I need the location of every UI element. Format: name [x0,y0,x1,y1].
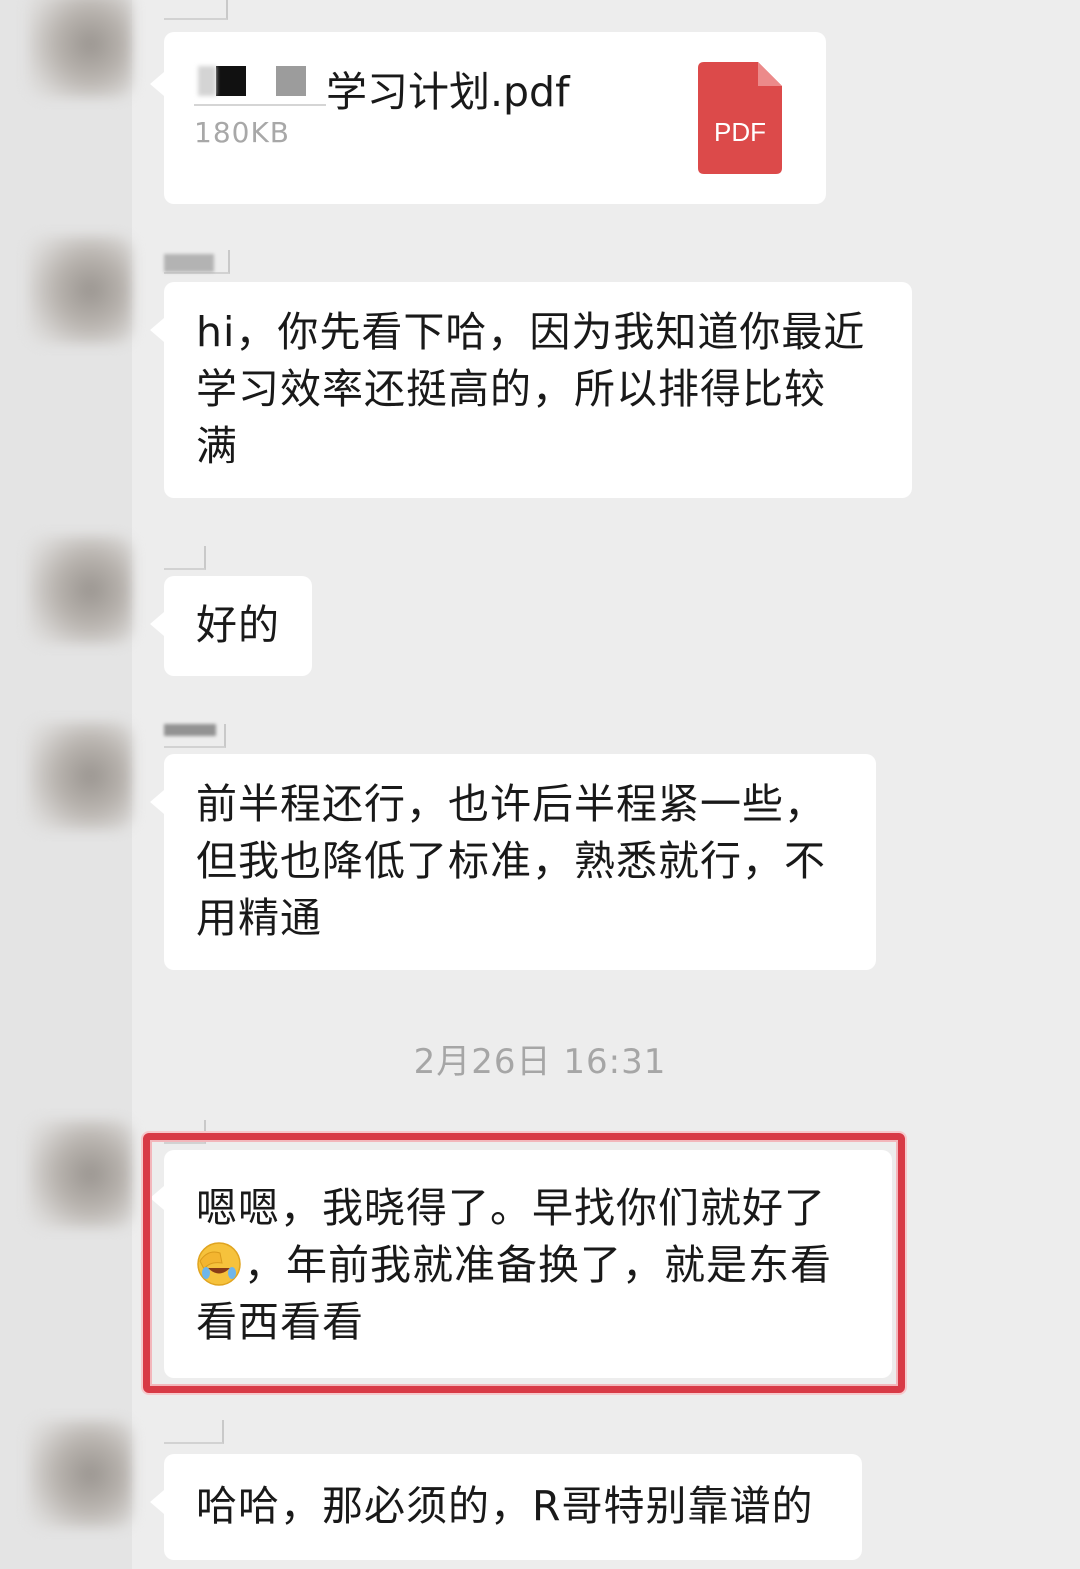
avatar-column [0,0,132,1569]
avatar[interactable] [28,536,132,644]
file-size: 180KB [194,116,291,149]
file-name-underline [194,104,326,106]
sender-name-redacted [164,250,230,274]
pdf-file-icon: PDF [698,62,782,174]
avatar[interactable] [28,0,132,98]
avatar[interactable] [28,1120,132,1228]
message-text-line: 用精通 [196,894,322,942]
message-text-line: 满 [196,422,238,470]
file-name: 学习计划.pdf [326,68,570,116]
avatar[interactable] [28,722,132,830]
message-text-line: 但我也降低了标准，熟悉就行，不 [196,837,826,885]
highlight-frame [143,1133,905,1393]
message-bubble[interactable]: 前半程还行，也许后半程紧一些， 但我也降低了标准，熟悉就行，不 用精通 [150,754,876,970]
avatar[interactable] [28,1420,132,1528]
message-text-line: 好的 [196,601,280,649]
pdf-icon-label: PDF [714,117,766,147]
message-bubble[interactable]: 好的 [150,576,312,676]
message-bubble[interactable]: hi，你先看下哈，因为我知道你最近 学习效率还挺高的，所以排得比较 满 [150,282,912,498]
sender-name-redacted [164,1420,224,1444]
message-text-line: 学习效率还挺高的，所以排得比较 [196,365,826,413]
message-text-line: 哈哈，那必须的，R哥特别靠谱的 [196,1482,814,1530]
message-text-line: 前半程还行，也许后半程紧一些， [196,780,826,828]
sender-name-redacted [164,546,206,570]
message-text-line: hi，你先看下哈，因为我知道你最近 [196,308,866,356]
message-timestamp: 2月26日 16:31 [413,1042,667,1082]
chat-area: 学习计划.pdf 180KB PDF hi，你先看下哈，因为我知道你最近 学习效… [0,0,1080,1569]
avatar[interactable] [28,236,132,344]
sender-name-redacted [164,724,226,748]
sender-name-redacted [164,0,228,20]
message-bubble[interactable]: 哈哈，那必须的，R哥特别靠谱的 [150,1454,862,1560]
